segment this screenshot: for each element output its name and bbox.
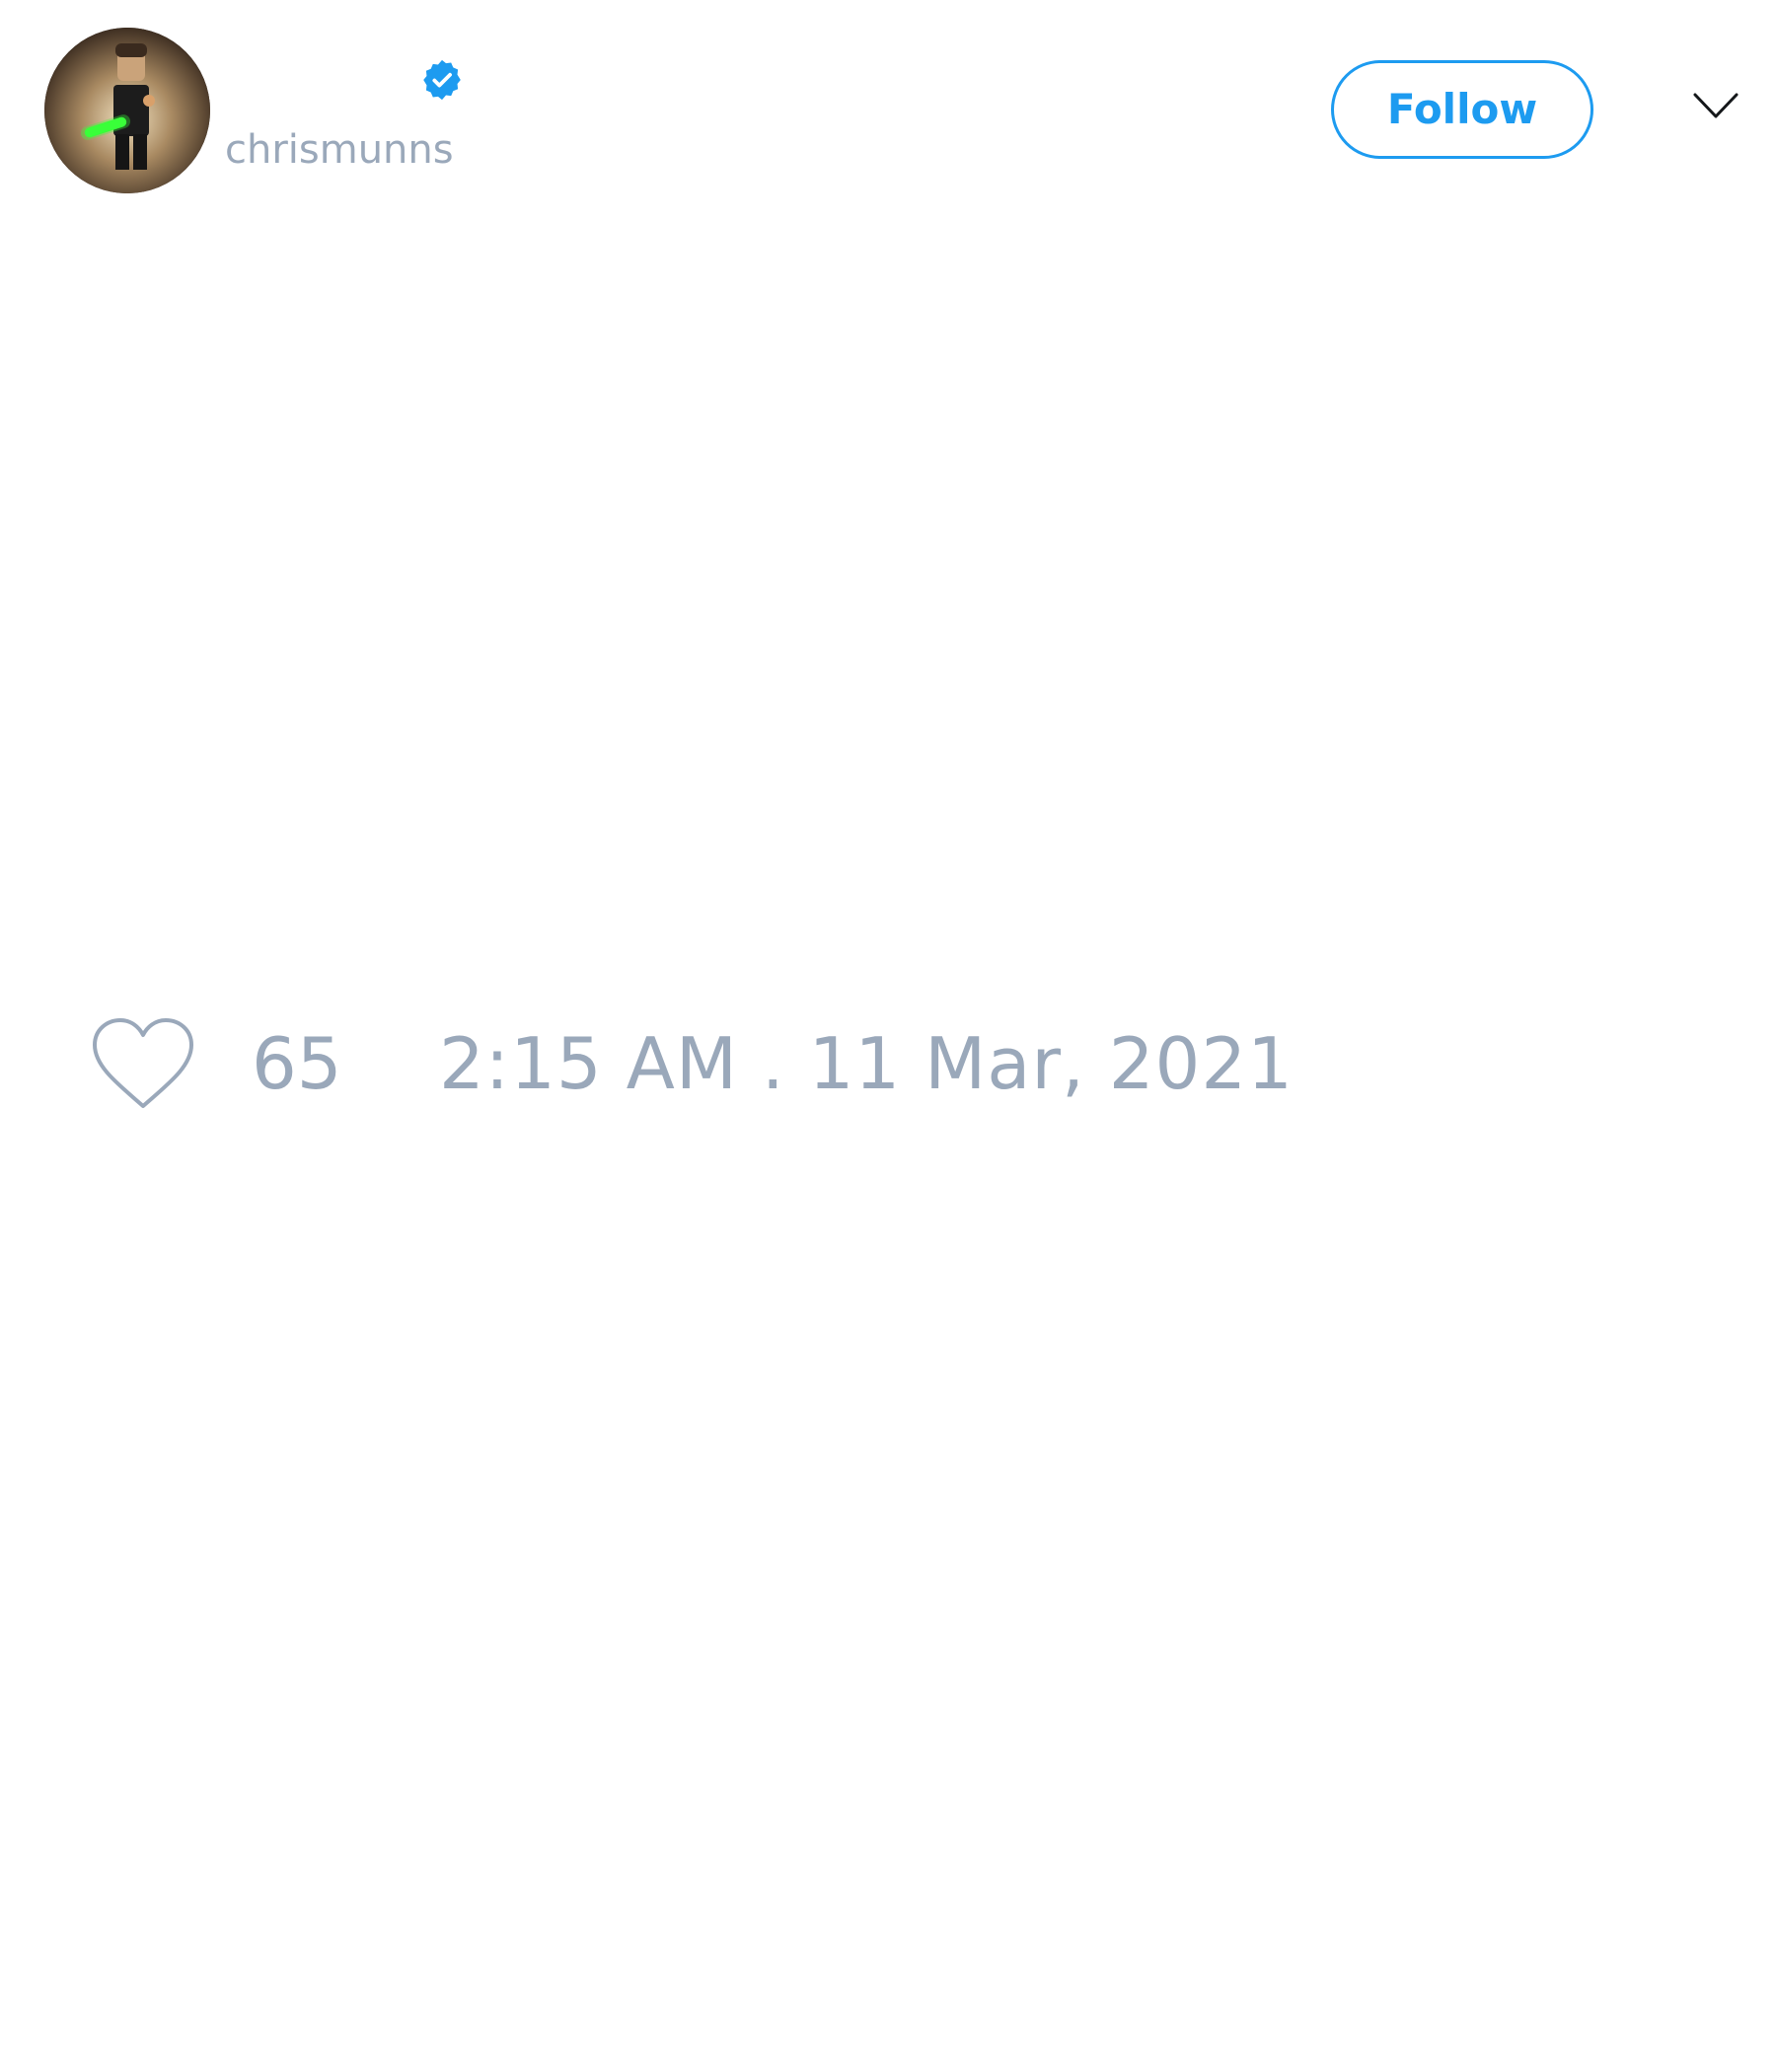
author-avatar[interactable] [44, 28, 210, 193]
chevron-down-icon[interactable] [1691, 89, 1740, 124]
like-count: 65 [252, 1022, 342, 1105]
tweet-timestamp[interactable]: 2:15 AM . 11 Mar, 2021 [439, 1019, 1294, 1108]
heart-outline-icon[interactable] [89, 1015, 197, 1112]
avatar-image [44, 28, 210, 193]
follow-button[interactable]: Follow [1331, 60, 1593, 159]
author-handle[interactable]: chrismunns [225, 126, 454, 174]
verified-badge-icon [423, 59, 461, 101]
